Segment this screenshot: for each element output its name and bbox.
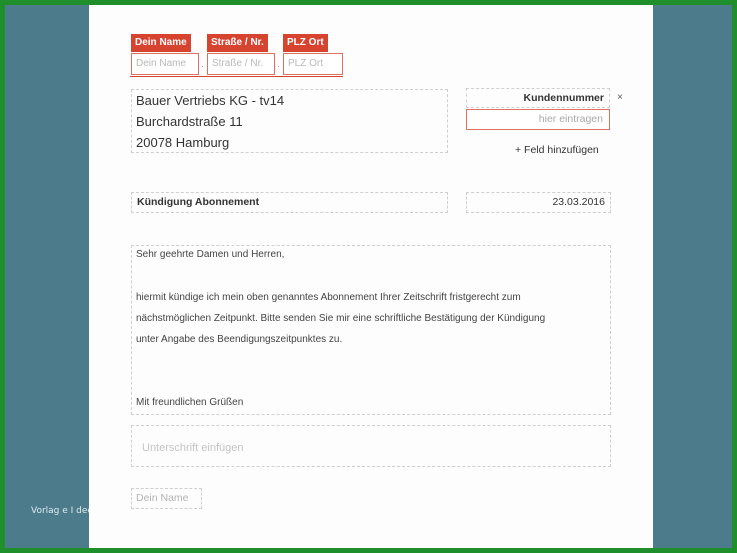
letter-closing: Mit freundlichen Grüßen <box>136 397 244 408</box>
sender-name-input[interactable]: Dein Name <box>131 53 199 75</box>
separator-dot: · <box>201 61 204 71</box>
customer-number-input[interactable]: hier eintragen <box>466 109 610 130</box>
signer-name-field[interactable]: Dein Name <box>131 488 202 509</box>
sender-street-input[interactable]: Straße / Nr. <box>207 53 275 75</box>
letter-salutation: Sehr geehrte Damen und Herren, <box>136 249 285 260</box>
letter-line: unter Angabe des Beendigungszeitpunktes … <box>136 334 343 345</box>
recipient-company: Bauer Vertriebs KG - tv14 <box>136 93 285 108</box>
signature-field[interactable]: Unterschrift einfügen <box>131 425 611 467</box>
customer-number-label[interactable]: Kundennummer <box>466 88 610 108</box>
sender-city-input[interactable]: PLZ Ort <box>283 53 343 75</box>
recipient-street: Burchardstraße 11 <box>136 114 243 129</box>
close-icon[interactable]: × <box>617 92 623 103</box>
sender-name-tag: Dein Name <box>131 34 191 52</box>
sender-city-tag: PLZ Ort <box>283 34 328 52</box>
sender-street-tag: Straße / Nr. <box>207 34 268 52</box>
sender-underline <box>130 76 343 77</box>
separator-dot: · <box>277 61 280 71</box>
letter-body-box[interactable] <box>131 245 611 415</box>
watermark-text: Vorlag e I dee <box>31 506 93 516</box>
letter-line: hiermit kündige ich mein oben genanntes … <box>136 292 521 303</box>
letter-line: nächstmöglichen Zeitpunkt. Bitte senden … <box>136 313 546 324</box>
subject-field[interactable]: Kündigung Abonnement <box>131 192 448 213</box>
add-field-button[interactable]: + Feld hinzufügen <box>515 144 599 156</box>
date-field[interactable]: 23.03.2016 <box>466 192 611 213</box>
recipient-city: 20078 Hamburg <box>136 135 230 150</box>
